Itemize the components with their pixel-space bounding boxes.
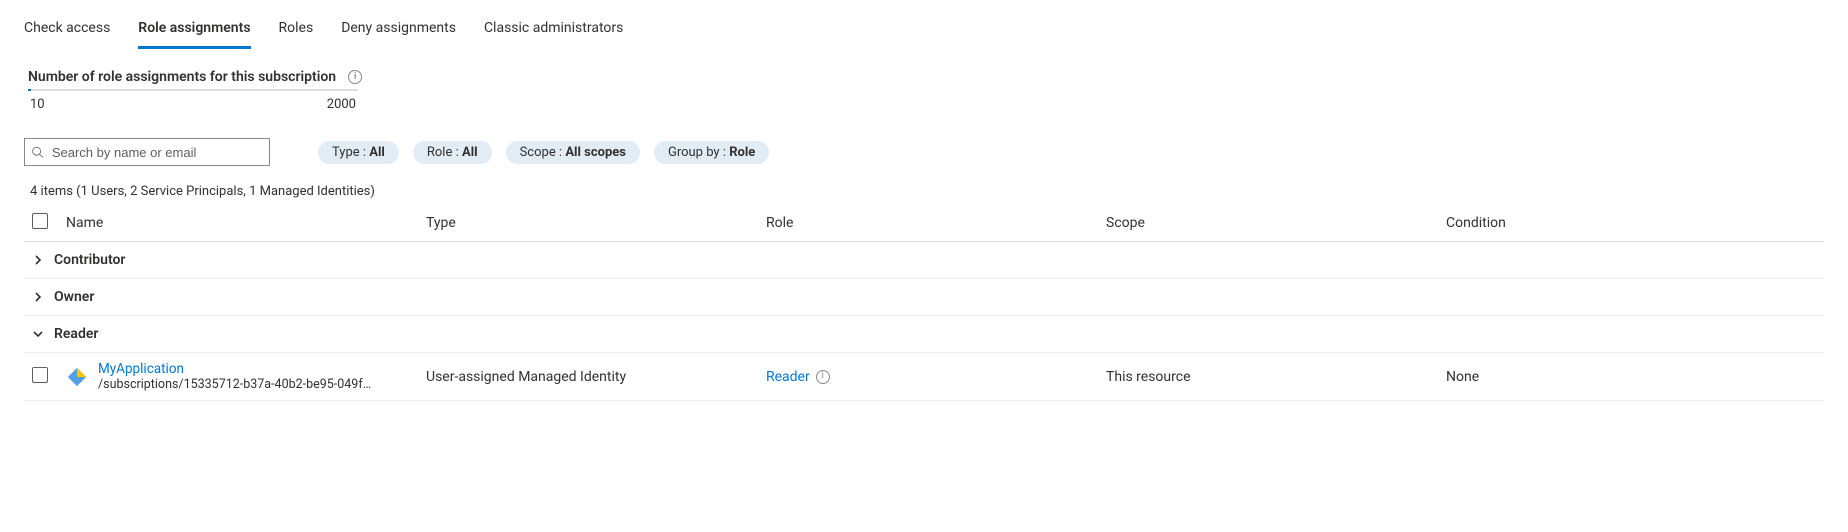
assignments-table: Name Type Role Scope Condition Contribut… [24,205,1824,401]
assignment-count-label: Number of role assignments for this subs… [28,69,336,85]
principal-name-link[interactable]: MyApplication [98,361,378,377]
col-header-condition[interactable]: Condition [1438,205,1824,242]
tab-check-access[interactable]: Check access [24,16,110,49]
col-header-type[interactable]: Type [418,205,758,242]
tabs-bar: Check access Role assignments Roles Deny… [24,16,1824,49]
filter-scope[interactable]: Scope : All scopes [506,141,640,164]
search-icon [31,145,44,159]
chevron-right-icon [32,254,44,266]
col-header-role[interactable]: Role [758,205,1098,242]
principal-path: /subscriptions/15335712-b37a-40b2-be95-0… [98,377,378,392]
search-input-wrapper[interactable] [24,138,270,166]
assignment-count-max: 2000 [327,97,356,112]
cell-scope: This resource [1098,353,1438,401]
table-row: MyApplication /subscriptions/15335712-b3… [24,353,1824,401]
group-reader[interactable]: Reader [24,316,1824,353]
group-label: Reader [54,326,98,342]
tab-roles[interactable]: Roles [279,16,314,49]
group-label: Contributor [54,252,125,268]
tab-role-assignments[interactable]: Role assignments [138,16,250,49]
group-contributor[interactable]: Contributor [24,242,1824,279]
managed-identity-icon [66,366,88,388]
filter-role[interactable]: Role : All [413,141,492,164]
role-link[interactable]: Reader [766,369,810,385]
filter-type[interactable]: Type : All [318,141,399,164]
info-icon[interactable]: i [816,370,830,384]
row-checkbox[interactable] [32,367,48,383]
assignment-count-current: 10 [30,97,45,112]
tab-classic-administrators[interactable]: Classic administrators [484,16,623,49]
cell-condition: None [1438,353,1824,401]
tab-deny-assignments[interactable]: Deny assignments [341,16,456,49]
col-header-name[interactable]: Name [58,205,418,242]
group-label: Owner [54,289,94,305]
assignment-count-progress: 10 2000 [28,89,358,112]
group-owner[interactable]: Owner [24,279,1824,316]
col-header-scope[interactable]: Scope [1098,205,1438,242]
info-icon[interactable]: i [348,70,362,84]
select-all-checkbox[interactable] [32,213,48,229]
filter-groupby[interactable]: Group by : Role [654,141,769,164]
search-input[interactable] [50,144,263,161]
cell-type: User-assigned Managed Identity [418,353,758,401]
filter-row: Type : All Role : All Scope : All scopes… [24,138,1824,166]
chevron-down-icon [32,328,44,340]
assignment-count-row: Number of role assignments for this subs… [28,69,1824,85]
chevron-right-icon [32,291,44,303]
result-summary: 4 items (1 Users, 2 Service Principals, … [30,184,1824,199]
